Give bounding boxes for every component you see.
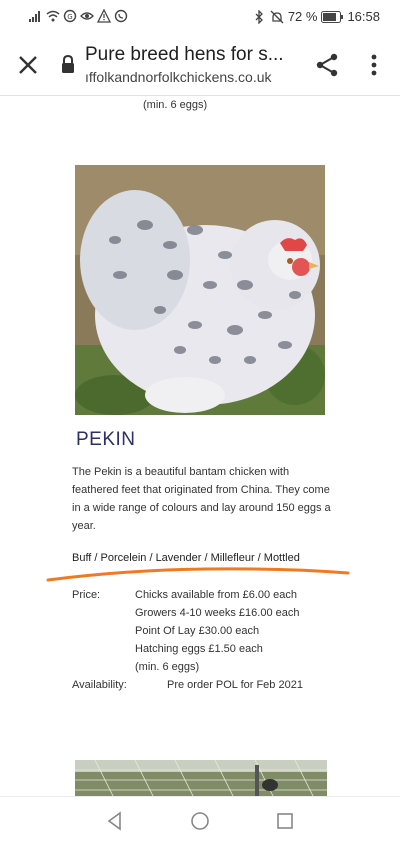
custom-tab-toolbar: Pure breed hens for s... ıffolkandnorfol… (0, 34, 400, 96)
bluetooth-icon (255, 9, 263, 24)
price-line: (min. 6 eggs) (135, 661, 200, 673)
availability-label: Availability: (72, 679, 127, 691)
status-time: 16:58 (347, 9, 380, 24)
pekin-hen-photo (75, 165, 325, 415)
mute-icon (270, 10, 284, 23)
notification-icon: G (63, 9, 77, 23)
price-line: Growers 4-10 weeks £16.00 each (135, 607, 300, 619)
breed-description: The Pekin is a beautiful bantam chicken … (72, 466, 331, 532)
breed-colours: Buff / Porcelein / Lavender / Millefleur… (72, 552, 300, 564)
next-breed-photo (75, 760, 327, 796)
hand-drawn-underline (46, 567, 350, 582)
status-right: 72 % 16:58 (252, 9, 380, 24)
close-icon[interactable] (14, 51, 42, 79)
signal-icon (29, 11, 40, 22)
home-circle-icon[interactable] (189, 810, 211, 832)
status-bar: G 72 % 16:58 (0, 0, 400, 34)
page-url[interactable]: ıffolkandnorfolkchickens.co.uk (85, 69, 307, 85)
availability-value: Pre order POL for Feb 2021 (167, 679, 303, 691)
page-title: Pure breed hens for s... (85, 44, 284, 65)
status-left-icons: G (29, 9, 128, 23)
battery-percent: 72 % (287, 9, 318, 24)
eye-icon (80, 12, 94, 20)
wifi-icon (46, 10, 60, 22)
lock-icon[interactable] (60, 54, 76, 74)
more-vert-icon[interactable] (364, 52, 384, 78)
back-triangle-icon[interactable] (104, 810, 126, 832)
price-label: Price: (72, 589, 101, 601)
system-nav-bar (0, 796, 400, 844)
recents-square-icon[interactable] (274, 810, 296, 832)
whatsapp-icon (114, 9, 128, 23)
price-line: Point Of Lay £30.00 each (135, 625, 260, 637)
warning-icon (97, 9, 111, 23)
price-line: Hatching eggs £1.50 each (135, 643, 263, 655)
min-eggs-note: (min. 6 eggs) (143, 99, 208, 111)
battery-icon (321, 10, 344, 23)
web-content[interactable]: (min. 6 eggs) PEKIN The Pekin is a beaut… (0, 96, 400, 796)
svg-text:G: G (67, 13, 72, 21)
share-icon[interactable] (314, 52, 340, 78)
breed-title: PEKIN (76, 429, 136, 450)
price-line: Chicks available from £6.00 each (135, 589, 298, 601)
